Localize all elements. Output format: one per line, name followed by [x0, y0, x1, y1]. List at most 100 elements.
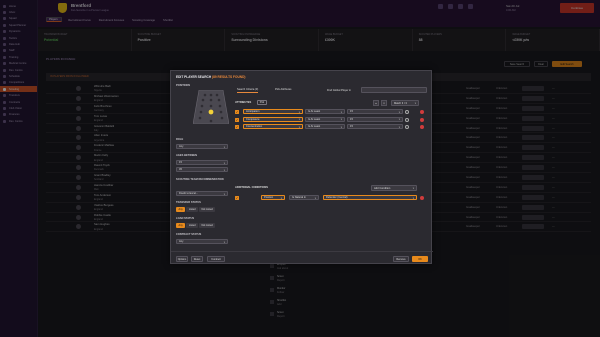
chevron-down-icon: ▾	[398, 110, 400, 114]
edit-search-dialog: EDIT PLAYER SEARCH (89 RESULTS FOUND) PO…	[170, 70, 433, 264]
value-value: 15	[350, 110, 353, 113]
dialog-title: EDIT PLAYER SEARCH (89 RESULTS FOUND)	[176, 75, 245, 79]
positions-label: POSITIONS	[176, 84, 191, 87]
chevron-down-icon: ▾	[398, 118, 400, 121]
condition-value: Defender (Central)	[326, 196, 348, 199]
find-label: Find Global Player in	[327, 89, 352, 92]
result-count: (89 RESULTS FOUND)	[212, 75, 246, 79]
role-select[interactable]: Any ▾	[176, 144, 228, 149]
operator-select[interactable]: Is At Least ▾	[305, 124, 345, 129]
chevron-down-icon: ▾	[298, 125, 300, 129]
chevron-down-icon: ▾	[298, 110, 300, 114]
attribute-value: Composure	[246, 117, 260, 121]
chevron-down-icon: ▾	[340, 125, 342, 129]
remove-icon[interactable]	[420, 125, 424, 129]
transfer-option-any[interactable]: Any	[176, 207, 186, 212]
add-condition-text: Add Condition	[374, 186, 391, 190]
chevron-down-icon: ▾	[340, 110, 342, 114]
chevron-down-icon: ▾	[412, 186, 414, 190]
value-select[interactable]: 15 ▾	[347, 116, 403, 122]
dialog-title-text: EDIT PLAYER SEARCH	[176, 75, 212, 79]
remove-icon[interactable]	[420, 117, 424, 122]
stepper-icon: ▾	[223, 161, 225, 165]
remove-icon[interactable]	[420, 196, 424, 200]
checkbox[interactable]: ✓	[235, 125, 239, 129]
attribute-select[interactable]: Composure ▾	[243, 116, 303, 122]
value-select[interactable]: 15 ▾	[347, 109, 403, 114]
loan-option-listed[interactable]: Listed	[186, 223, 198, 228]
attribute-select[interactable]: Anticipation ▾	[243, 109, 303, 114]
remove-button[interactable]: Remove	[393, 256, 409, 262]
chevron-down-icon: ▾	[223, 240, 225, 244]
transfer-option-not-listed[interactable]: Not Listed	[198, 207, 216, 212]
chevron-down-icon: ▾	[314, 196, 316, 200]
attribute-value: Concentration	[246, 125, 263, 128]
stepper-icon: ▾	[223, 168, 225, 172]
operator-select[interactable]: Is At Least ▾	[305, 109, 345, 114]
chevron-down-icon: ▾	[340, 118, 342, 121]
tab-pick-attributes[interactable]: Pick Attributes	[275, 88, 291, 92]
match-value: Match 3 / 3	[394, 101, 407, 105]
ok-button[interactable]: OK	[412, 256, 428, 262]
transfer-option-listed[interactable]: Listed	[186, 207, 198, 212]
contract-button[interactable]: Contract	[207, 256, 225, 262]
toggle-icon[interactable]	[405, 110, 409, 114]
operator-value: Is At Least	[308, 125, 321, 128]
value-value: 15	[350, 117, 353, 121]
attributes-label: ATTRIBUTES	[235, 101, 252, 104]
condition-op-select[interactable]: Is Natural in ▾	[289, 195, 319, 200]
condition-field-select[interactable]: Position ▾	[261, 195, 285, 200]
loan-status-toggle: Any Listed Not Listed	[176, 223, 216, 228]
move-down-icon[interactable]: ▾	[381, 100, 387, 106]
options-button[interactable]: Options	[176, 256, 188, 262]
value-value: 15	[350, 125, 353, 128]
scouting-team-select[interactable]: Doubt to Excel... ▾	[176, 191, 228, 196]
loan-option-not-listed[interactable]: Not Listed	[198, 223, 216, 228]
contract-value: Any	[179, 240, 184, 243]
additional-conditions-label: ADDITIONAL CONDITIONS	[235, 186, 268, 189]
ages-label: AGES BETWEEN	[176, 154, 198, 157]
age-max-stepper[interactable]: 45 ▾	[176, 167, 228, 172]
chevron-down-icon: ▾	[412, 196, 414, 200]
operator-value: Is At Least	[308, 117, 321, 121]
pick-button[interactable]: Pick	[257, 100, 267, 105]
condition-value-select[interactable]: Defender (Central) ▾	[323, 195, 417, 200]
attribute-value: Anticipation	[246, 110, 260, 113]
chevron-down-icon: ▾	[298, 118, 300, 121]
criteria-row: ✓ Concentration ▾ Is At Least ▾ 15 ▾	[235, 124, 425, 130]
checkbox[interactable]: ✓	[235, 117, 239, 122]
checkbox[interactable]: ✓	[235, 196, 239, 200]
match-select[interactable]: Match 3 / 3 ▾	[391, 100, 419, 106]
transfer-status-label: TRANSFER STATUS	[176, 201, 201, 204]
operator-select[interactable]: Is At Least ▾	[305, 116, 345, 122]
condition-op: Is Natural in	[292, 196, 306, 199]
age-min-stepper[interactable]: 15 ▾	[176, 160, 228, 165]
attribute-select[interactable]: Concentration ▾	[243, 124, 303, 129]
remove-icon[interactable]	[420, 110, 424, 114]
dialog-footer: Options Reset Contract Remove OK	[171, 251, 433, 264]
reset-button[interactable]: Reset	[191, 256, 203, 262]
chevron-down-icon: ▾	[414, 101, 416, 105]
tab-search-criteria[interactable]: Search Criteria (3)	[237, 88, 259, 93]
contract-status-select[interactable]: Any ▾	[176, 239, 228, 244]
move-up-icon[interactable]: ▴	[373, 100, 379, 106]
add-condition-select[interactable]: Add Condition ▾	[371, 185, 417, 191]
contract-status-label: CONTRACT STATUS	[176, 233, 202, 236]
age-max-value: 45	[179, 168, 182, 171]
scouting-team-label: SCOUTING TEAM RECOMMENDATION	[176, 178, 224, 181]
scouting-team-value: Doubt to Excel...	[179, 192, 199, 195]
position-pitch[interactable]	[193, 90, 229, 124]
criteria-panel: Search Criteria (3) Pick Attributes Find…	[233, 83, 429, 253]
criteria-row: ✓ Anticipation ▾ Is At Least ▾ 15 ▾	[235, 109, 425, 115]
condition-field: Position	[264, 196, 274, 199]
value-select[interactable]: 15 ▾	[347, 124, 403, 129]
criteria-row: ✓ Composure ▾ Is At Least ▾ 15 ▾	[235, 116, 425, 123]
checkbox[interactable]: ✓	[235, 110, 239, 114]
toggle-icon[interactable]	[405, 117, 409, 122]
age-min-value: 15	[179, 161, 182, 164]
chevron-down-icon: ▾	[280, 196, 282, 200]
find-input[interactable]	[361, 87, 427, 93]
role-label: ROLE	[176, 138, 184, 141]
toggle-icon[interactable]	[405, 125, 409, 129]
loan-option-any[interactable]: Any	[176, 223, 186, 228]
